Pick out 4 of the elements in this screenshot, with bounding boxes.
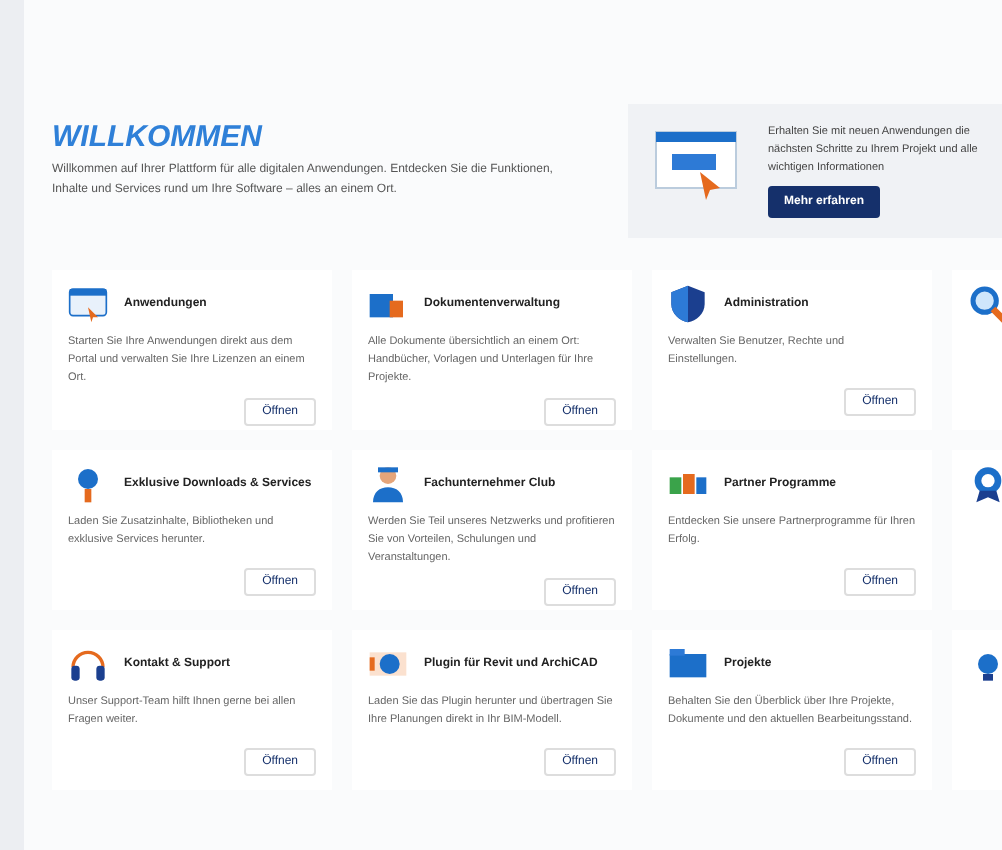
search-icon [968,284,1002,325]
welcome-title: WILLKOMMEN [52,120,265,154]
shield-icon [668,284,708,325]
person-icon [368,464,408,505]
